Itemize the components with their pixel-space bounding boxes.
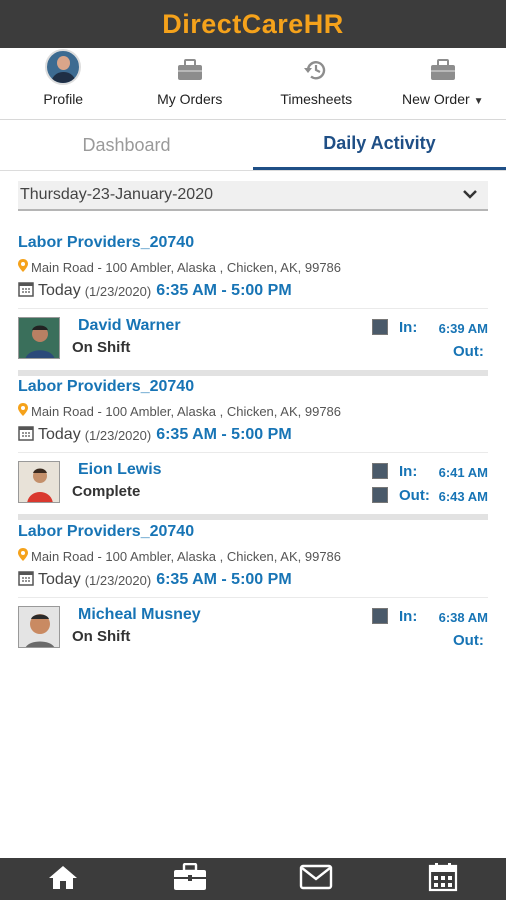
in-time: 6:41 AM — [438, 465, 488, 480]
calendar-icon — [18, 425, 34, 446]
clock-out-photo-thumb[interactable] — [372, 487, 388, 503]
address-text: Main Road - 100 Ambler, Alaska , Chicken… — [31, 403, 342, 419]
mail-icon — [299, 864, 333, 895]
calendar-icon — [18, 570, 34, 591]
address-text: Main Road - 100 Ambler, Alaska , Chicken… — [31, 259, 342, 275]
chevron-down-icon — [462, 186, 478, 204]
clock-in-photo-thumb[interactable] — [372, 608, 388, 624]
shift-time: Today (1/23/2020) 6:35 AM - 5:00 PM — [18, 422, 488, 448]
nav-profile[interactable]: Profile — [0, 48, 127, 119]
in-label: In: — [399, 463, 418, 480]
shift-hours: 6:35 AM - 5:00 PM — [156, 282, 292, 299]
worker-name[interactable]: Micheal Musney — [78, 606, 201, 624]
orders-button[interactable] — [127, 858, 254, 900]
today-label: Today — [38, 426, 81, 443]
in-label: In: — [399, 319, 418, 336]
top-nav: Profile My Orders Timesheets New Order ▼ — [0, 48, 506, 120]
shift-hours: 6:35 AM - 5:00 PM — [156, 571, 292, 588]
home-button[interactable] — [0, 858, 127, 900]
shift-hours: 6:35 AM - 5:00 PM — [156, 426, 292, 443]
worker-name[interactable]: Eion Lewis — [78, 461, 162, 479]
location-pin-icon — [18, 403, 28, 419]
location-pin-icon — [18, 259, 28, 275]
caret-down-icon: ▼ — [473, 96, 484, 107]
tab-daily-activity[interactable]: Daily Activity — [253, 120, 506, 170]
nav-my-orders-label: My Orders — [157, 91, 223, 107]
worker-photo — [18, 606, 60, 648]
worker-status: Complete — [72, 483, 141, 500]
address: Main Road - 100 Ambler, Alaska , Chicken… — [18, 256, 488, 278]
shift-time: Today (1/23/2020) 6:35 AM - 5:00 PM — [18, 278, 488, 304]
provider-name[interactable]: Labor Providers_20740 — [18, 523, 488, 545]
worker-photo — [18, 317, 60, 359]
in-label: In: — [399, 608, 418, 625]
worker-photo — [18, 461, 60, 503]
card-divider — [18, 514, 488, 520]
messages-button[interactable] — [253, 858, 380, 900]
history-icon — [301, 55, 331, 85]
activity-card[interactable]: Labor Providers_20740 Main Road - 100 Am… — [18, 523, 488, 653]
today-label: Today — [38, 571, 81, 588]
location-pin-icon — [18, 548, 28, 564]
nav-profile-label: Profile — [43, 91, 84, 107]
card-divider — [18, 370, 488, 376]
out-label: Out: — [453, 632, 484, 649]
nav-timesheets[interactable]: Timesheets — [253, 48, 380, 119]
tab-bar: Dashboard Daily Activity — [0, 120, 506, 171]
nav-new-order-label: New Order ▼ — [402, 91, 484, 107]
home-icon — [48, 864, 78, 895]
worker-status: On Shift — [72, 628, 131, 645]
address: Main Road - 100 Ambler, Alaska , Chicken… — [18, 400, 488, 422]
worker-row[interactable]: Micheal Musney On Shift In: 6:38 AM Out: — [18, 597, 488, 653]
worker-name[interactable]: David Warner — [78, 317, 181, 335]
today-label: Today — [38, 282, 81, 299]
app-header: DirectCareHR — [0, 0, 506, 48]
address: Main Road - 100 Ambler, Alaska , Chicken… — [18, 545, 488, 567]
briefcase-icon — [428, 55, 458, 85]
worker-status: On Shift — [72, 339, 131, 356]
clock-in-photo-thumb[interactable] — [372, 463, 388, 479]
bottom-nav — [0, 858, 506, 900]
tab-dashboard[interactable]: Dashboard — [0, 120, 253, 170]
activity-card[interactable]: Labor Providers_20740 Main Road - 100 Am… — [18, 234, 488, 376]
in-time: 6:39 AM — [438, 321, 488, 336]
date-select-value: Thursday-23-January-2020 — [20, 186, 213, 203]
briefcase-icon — [173, 862, 207, 896]
nav-new-order[interactable]: New Order ▼ — [380, 48, 506, 119]
calendar-button[interactable] — [380, 858, 506, 900]
calendar-icon — [18, 281, 34, 302]
in-time: 6:38 AM — [438, 610, 488, 625]
nav-timesheets-label: Timesheets — [280, 91, 353, 107]
activity-card[interactable]: Labor Providers_20740 Main Road - 100 Am… — [18, 378, 488, 520]
briefcase-icon — [175, 55, 205, 85]
date-select[interactable]: Thursday-23-January-2020 — [18, 181, 488, 211]
nav-my-orders[interactable]: My Orders — [127, 48, 254, 119]
provider-name[interactable]: Labor Providers_20740 — [18, 378, 488, 400]
calendar-icon — [428, 862, 458, 897]
shift-time: Today (1/23/2020) 6:35 AM - 5:00 PM — [18, 567, 488, 593]
profile-avatar — [45, 49, 82, 85]
out-label: Out: — [399, 487, 430, 504]
shift-date: (1/23/2020) — [84, 283, 152, 299]
out-time: 6:43 AM — [438, 489, 488, 504]
app-title: DirectCareHR — [162, 8, 344, 39]
clock-in-photo-thumb[interactable] — [372, 319, 388, 335]
out-label: Out: — [453, 343, 484, 360]
worker-row[interactable]: David Warner On Shift In: 6:39 AM Out: — [18, 308, 488, 364]
shift-date: (1/23/2020) — [84, 427, 152, 443]
provider-name[interactable]: Labor Providers_20740 — [18, 234, 488, 256]
shift-date: (1/23/2020) — [84, 572, 152, 588]
address-text: Main Road - 100 Ambler, Alaska , Chicken… — [31, 548, 342, 564]
nav-new-order-text: New Order — [401, 91, 470, 107]
worker-row[interactable]: Eion Lewis Complete In: 6:41 AM Out: 6:4… — [18, 452, 488, 508]
